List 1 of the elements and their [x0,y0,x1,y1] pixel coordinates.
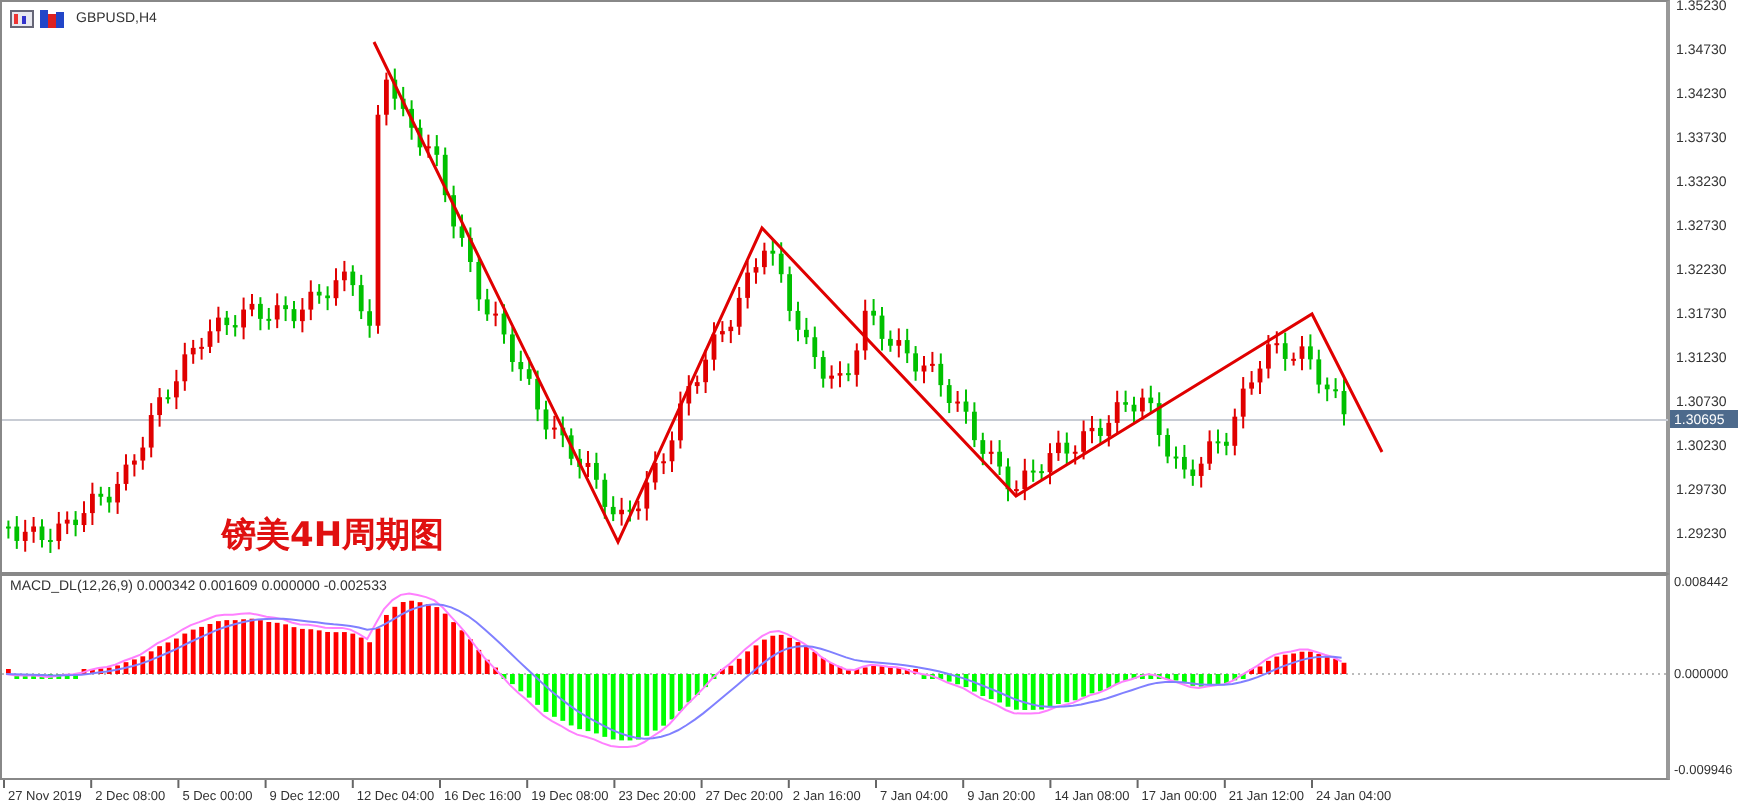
chart-caption: 镑美4H周期图 [222,514,445,558]
